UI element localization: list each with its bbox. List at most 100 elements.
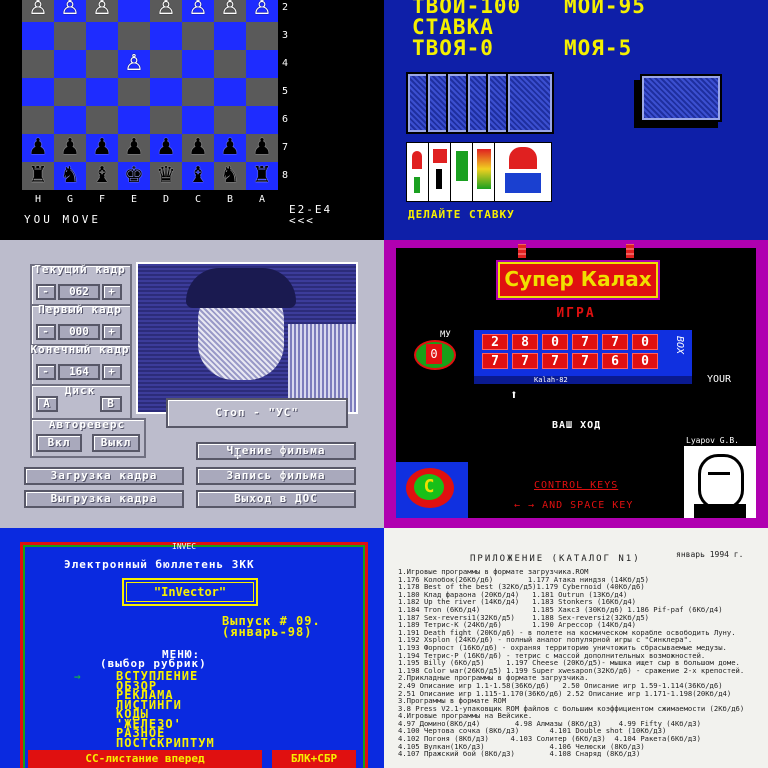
board-square[interactable]: [86, 78, 118, 106]
white-piece-icon[interactable]: ♙: [214, 0, 246, 22]
pit[interactable]: 0: [632, 334, 658, 350]
card-face[interactable]: [406, 142, 430, 202]
board-square[interactable]: [246, 78, 278, 106]
current-frame-plus[interactable]: +: [102, 284, 122, 300]
disk-a-button[interactable]: A: [36, 396, 58, 412]
pit[interactable]: 0: [542, 334, 568, 350]
black-piece-icon[interactable]: ♚: [118, 162, 150, 190]
read-film-button[interactable]: Чтение фильма: [196, 442, 356, 460]
turn-text: ВАШ ХОД: [552, 420, 602, 431]
pit[interactable]: 7: [572, 334, 598, 350]
white-piece-icon[interactable]: ♙: [22, 0, 54, 22]
board-square[interactable]: [150, 50, 182, 78]
board-square[interactable]: [246, 50, 278, 78]
current-frame-minus[interactable]: -: [36, 284, 56, 300]
board-square[interactable]: [22, 78, 54, 106]
board-square[interactable]: [22, 50, 54, 78]
pit[interactable]: 8: [512, 334, 538, 350]
black-piece-icon[interactable]: ♟: [86, 134, 118, 162]
chess-board[interactable]: ♙ ♙ ♙ ♙ ♙ ♙ ♙ ♙ ♟ ♟ ♟ ♟ ♟ ♟ ♟ ♟ ♜ ♞ ♝ ♚ ♛ ♝ ♞ ♜: [22, 0, 278, 190]
black-piece-icon[interactable]: ♞: [54, 162, 86, 190]
autoreverse-on-button[interactable]: Вкл: [36, 434, 82, 452]
card-face[interactable]: [472, 142, 496, 202]
board-square[interactable]: [246, 106, 278, 134]
pit[interactable]: 2: [482, 334, 508, 350]
black-piece-icon[interactable]: ♟: [22, 134, 54, 162]
board-square[interactable]: [182, 106, 214, 134]
board-square[interactable]: [54, 106, 86, 134]
pit[interactable]: 6: [602, 353, 628, 369]
pit[interactable]: 0: [632, 353, 658, 369]
pit[interactable]: 7: [482, 353, 508, 369]
board-square[interactable]: [118, 22, 150, 50]
board-square[interactable]: [86, 50, 118, 78]
pit[interactable]: 7: [542, 353, 568, 369]
board-square[interactable]: [86, 106, 118, 134]
black-piece-icon[interactable]: ♟: [214, 134, 246, 162]
board-square[interactable]: [150, 78, 182, 106]
black-piece-icon[interactable]: ♟: [182, 134, 214, 162]
board-square[interactable]: [214, 50, 246, 78]
card-back[interactable]: [506, 72, 554, 134]
black-piece-icon[interactable]: ♞: [214, 162, 246, 190]
autoreverse-off-button[interactable]: Выкл: [92, 434, 140, 452]
board-square[interactable]: [246, 22, 278, 50]
white-piece-icon[interactable]: ♙: [118, 50, 150, 78]
white-piece-icon[interactable]: ♙: [54, 0, 86, 22]
card-face-king[interactable]: [494, 142, 552, 202]
white-piece-icon[interactable]: ♙: [246, 0, 278, 22]
board-square[interactable]: [182, 22, 214, 50]
black-piece-icon[interactable]: ♟: [54, 134, 86, 162]
black-piece-icon[interactable]: ♟: [150, 134, 182, 162]
board-square[interactable]: [118, 106, 150, 134]
black-piece-icon[interactable]: ♛: [150, 162, 182, 190]
board-square[interactable]: [118, 78, 150, 106]
board-square[interactable]: [150, 22, 182, 50]
board-square[interactable]: [54, 78, 86, 106]
exit-dos-button[interactable]: Выход в ДОС: [196, 490, 356, 508]
board-square[interactable]: [214, 78, 246, 106]
first-frame-minus[interactable]: -: [36, 324, 56, 340]
last-frame-minus[interactable]: -: [36, 364, 56, 380]
board-square[interactable]: [22, 22, 54, 50]
load-frame-button[interactable]: Загрузка кадра: [24, 467, 184, 485]
menu-item[interactable]: ПОСТСКРИПТУМ: [116, 737, 215, 749]
kalah-board[interactable]: 280770 777760 BOX Каlаh-82: [474, 330, 692, 384]
white-piece-icon[interactable]: ♙: [86, 0, 118, 22]
board-square[interactable]: [22, 106, 54, 134]
black-piece-icon[interactable]: ♜: [22, 162, 54, 190]
black-piece-icon[interactable]: ♟: [246, 134, 278, 162]
disk-b-button[interactable]: B: [100, 396, 122, 412]
last-frame-value[interactable]: 164: [58, 364, 100, 380]
black-piece-icon[interactable]: ♜: [246, 162, 278, 190]
unload-frame-button[interactable]: Выгрузка кадра: [24, 490, 184, 508]
pit[interactable]: 7: [572, 353, 598, 369]
card-game-screen: ТВОИ-100 МОЙ-95 СТАВКА ТВОЯ-0 МОЯ-5 ДЕЛА…: [384, 0, 768, 240]
write-film-button[interactable]: Запись фильма: [196, 467, 356, 485]
black-piece-icon[interactable]: ♟: [118, 134, 150, 162]
pit[interactable]: 7: [602, 334, 628, 350]
board-square[interactable]: [214, 22, 246, 50]
pit[interactable]: 7: [512, 353, 538, 369]
white-piece-icon[interactable]: ♙: [150, 0, 182, 22]
white-piece-icon[interactable]: ♙: [182, 0, 214, 22]
last-frame-plus[interactable]: +: [102, 364, 122, 380]
black-piece-icon[interactable]: ♝: [86, 162, 118, 190]
board-square[interactable]: [118, 0, 150, 22]
board-square[interactable]: [182, 50, 214, 78]
rank-label: 2: [282, 2, 289, 13]
first-frame-plus[interactable]: +: [102, 324, 122, 340]
board-square[interactable]: [150, 106, 182, 134]
file-label: G: [66, 194, 74, 205]
card-face[interactable]: [450, 142, 474, 202]
current-frame-value[interactable]: 062: [58, 284, 100, 300]
deck[interactable]: [640, 74, 722, 122]
first-frame-value[interactable]: 000: [58, 324, 100, 340]
board-square[interactable]: [54, 22, 86, 50]
board-square[interactable]: [182, 78, 214, 106]
board-square[interactable]: [214, 106, 246, 134]
board-square[interactable]: [86, 22, 118, 50]
black-piece-icon[interactable]: ♝: [182, 162, 214, 190]
card-face[interactable]: [428, 142, 452, 202]
board-square[interactable]: [54, 50, 86, 78]
